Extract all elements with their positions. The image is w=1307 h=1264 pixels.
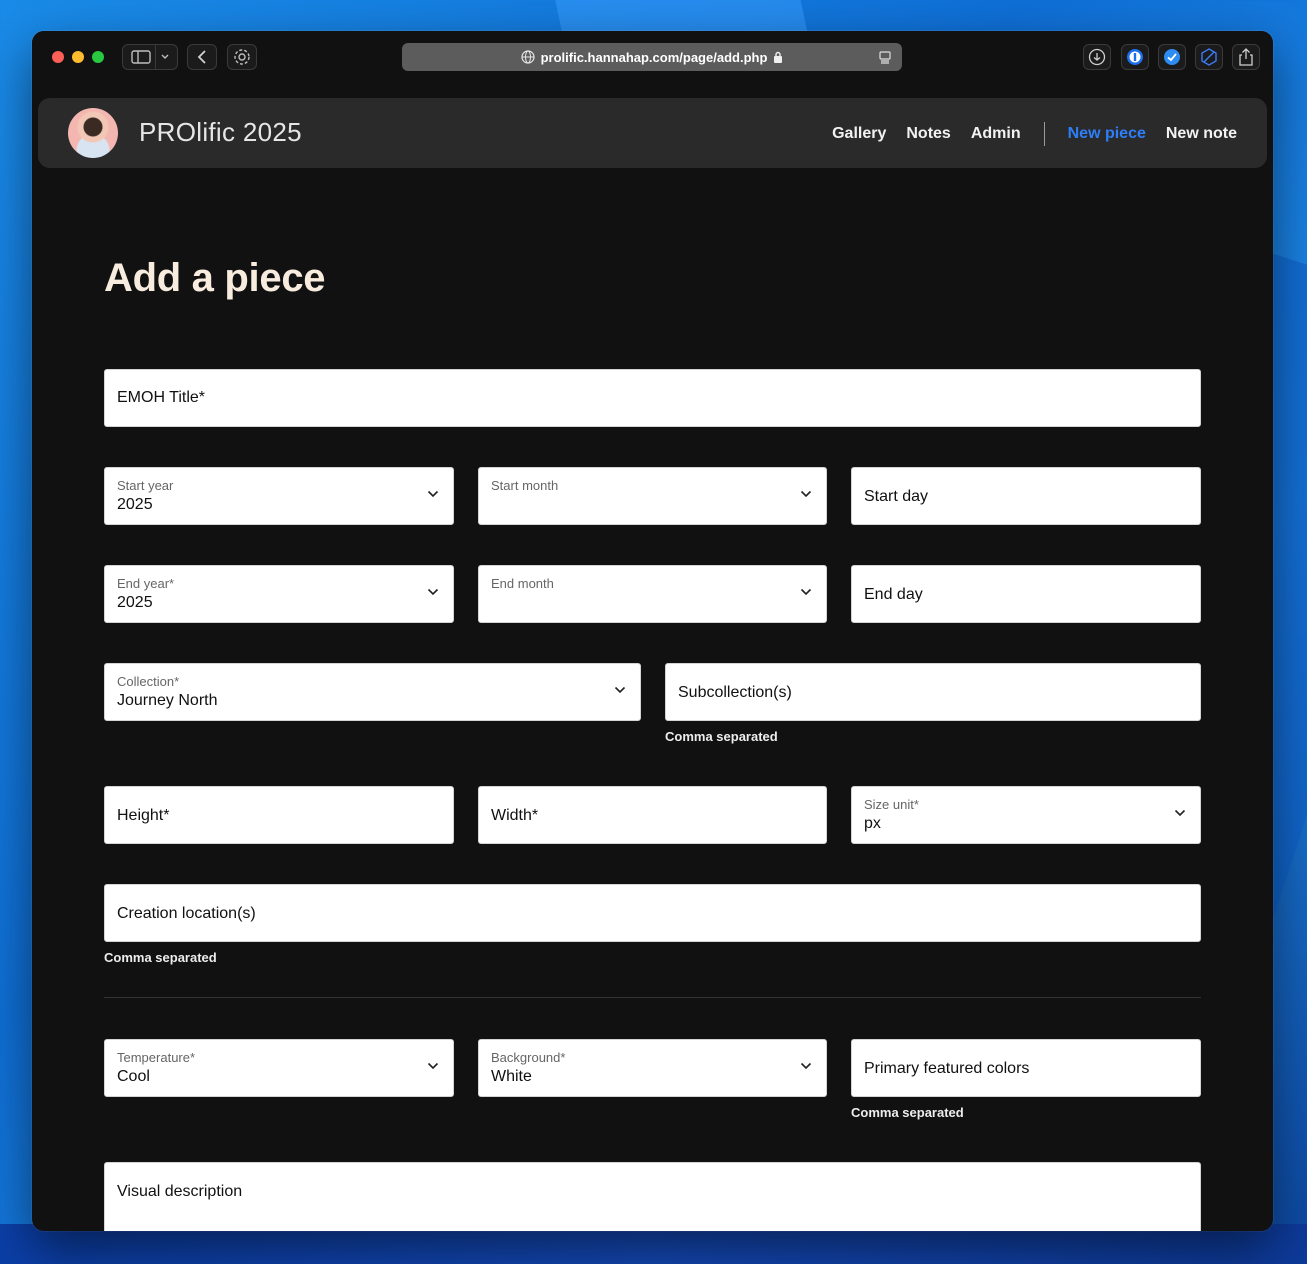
start-month-label: Start month (491, 478, 559, 493)
start-month-select[interactable]: Start month (478, 467, 827, 525)
height-placeholder: Height* (117, 807, 170, 824)
size-unit-select[interactable]: Size unit* px (851, 786, 1201, 844)
end-year-select[interactable]: End year* 2025 (104, 565, 454, 623)
chevron-left-icon (197, 50, 206, 64)
lock-icon (774, 51, 783, 63)
background-select[interactable]: Background* White (478, 1039, 827, 1097)
section-divider (104, 997, 1201, 998)
password-manager-button[interactable] (1121, 44, 1149, 70)
start-year-select[interactable]: Start year 2025 (104, 467, 454, 525)
task-extension-button[interactable] (1158, 44, 1186, 70)
end-month-select[interactable]: End month (478, 565, 827, 623)
primary-colors-help-text: Comma separated (851, 1105, 964, 1120)
share-icon (1239, 48, 1253, 66)
width-placeholder: Width* (491, 807, 539, 824)
minimize-window-button[interactable] (72, 51, 84, 63)
size-unit-label: Size unit* (864, 797, 919, 812)
end-month-label: End month (491, 576, 554, 591)
collection-select[interactable]: Collection* Journey North (104, 663, 641, 721)
gear-icon (234, 49, 250, 65)
chevron-down-icon (427, 588, 439, 596)
settings-button[interactable] (227, 44, 257, 70)
start-year-value: 2025 (117, 496, 153, 513)
height-input[interactable]: Height* (104, 786, 454, 844)
chevron-down-icon (427, 1062, 439, 1070)
start-year-label: Start year (117, 478, 174, 493)
creation-locations-help-text: Comma separated (104, 950, 217, 965)
downloads-button[interactable] (1083, 44, 1111, 70)
share-button[interactable] (1232, 44, 1260, 70)
zoom-window-button[interactable] (92, 51, 104, 63)
end-year-label: End year* (117, 576, 175, 591)
visual-description-textarea[interactable]: Visual description (104, 1162, 1201, 1231)
password-manager-icon (1127, 49, 1143, 65)
start-day-placeholder: Start day (864, 488, 929, 505)
download-icon (1088, 48, 1106, 66)
subcollections-help-text: Comma separated (665, 729, 778, 744)
back-button[interactable] (187, 44, 217, 70)
address-bar[interactable]: prolific.hannahap.com/page/add.php (402, 43, 902, 71)
creation-locations-input[interactable]: Creation location(s) (104, 884, 1201, 942)
chevron-down-icon (427, 490, 439, 498)
width-input[interactable]: Width* (478, 786, 827, 844)
end-day-input[interactable]: End day (851, 565, 1201, 623)
browser-toolbar: prolific.hannahap.com/page/add.php (32, 31, 1273, 83)
nav-link-admin[interactable]: Admin (971, 125, 1021, 143)
url-text: prolific.hannahap.com/page/add.php (540, 49, 768, 65)
chevron-down-icon (614, 686, 626, 694)
nav-divider (1043, 122, 1045, 146)
chevron-down-icon (800, 490, 812, 498)
globe-icon (520, 50, 535, 64)
page-title: Add a piece (104, 256, 326, 300)
creation-locations-placeholder: Creation location(s) (117, 905, 256, 922)
close-window-button[interactable] (52, 51, 64, 63)
chevron-down-icon (800, 588, 812, 596)
temperature-select[interactable]: Temperature* Cool (104, 1039, 454, 1097)
subcollections-input[interactable]: Subcollection(s) (665, 663, 1201, 721)
sidebar-icon (130, 50, 151, 64)
nav-link-new-note[interactable]: New note (1166, 125, 1237, 143)
sidebar-toggle-button[interactable] (122, 44, 178, 70)
shield-blocker-icon (1201, 48, 1217, 66)
collection-value: Journey North (117, 692, 218, 709)
temperature-value: Cool (117, 1068, 150, 1085)
end-day-placeholder: End day (864, 586, 923, 603)
emoh-title-input[interactable]: EMOH Title* (104, 369, 1201, 427)
nav-link-new-piece[interactable]: New piece (1068, 125, 1146, 143)
blocker-extension-button[interactable] (1195, 44, 1223, 70)
chevron-down-icon (1174, 809, 1186, 817)
visual-description-placeholder: Visual description (117, 1183, 243, 1200)
checkmark-badge-icon (1164, 49, 1180, 65)
avatar[interactable] (68, 108, 118, 158)
site-navbar: PROlific 2025 Gallery Notes Admin New pi… (38, 98, 1267, 168)
site-brand[interactable]: PROlific 2025 (139, 117, 302, 148)
main-content: Add a piece EMOH Title* Start year 2025 … (32, 168, 1273, 1231)
subcollections-placeholder: Subcollection(s) (678, 684, 792, 701)
primary-colors-input[interactable]: Primary featured colors (851, 1039, 1201, 1097)
chevron-down-icon (800, 1062, 812, 1070)
nav-link-notes[interactable]: Notes (906, 125, 950, 143)
chevron-down-icon[interactable] (160, 53, 170, 61)
end-year-value: 2025 (117, 594, 153, 611)
size-unit-value: px (864, 815, 881, 832)
nav-link-gallery[interactable]: Gallery (832, 125, 886, 143)
reader-mode-icon[interactable] (878, 50, 892, 64)
browser-window: prolific.hannahap.com/page/add.php PROli… (32, 31, 1273, 1231)
background-label: Background* (491, 1050, 566, 1065)
emoh-title-placeholder: EMOH Title* (117, 389, 206, 406)
background-value: White (491, 1068, 532, 1085)
nav-links: Gallery Notes Admin New piece New note (812, 122, 1237, 146)
start-day-input[interactable]: Start day (851, 467, 1201, 525)
primary-colors-placeholder: Primary featured colors (864, 1060, 1030, 1077)
collection-label: Collection* (117, 674, 180, 689)
temperature-label: Temperature* (117, 1050, 196, 1065)
